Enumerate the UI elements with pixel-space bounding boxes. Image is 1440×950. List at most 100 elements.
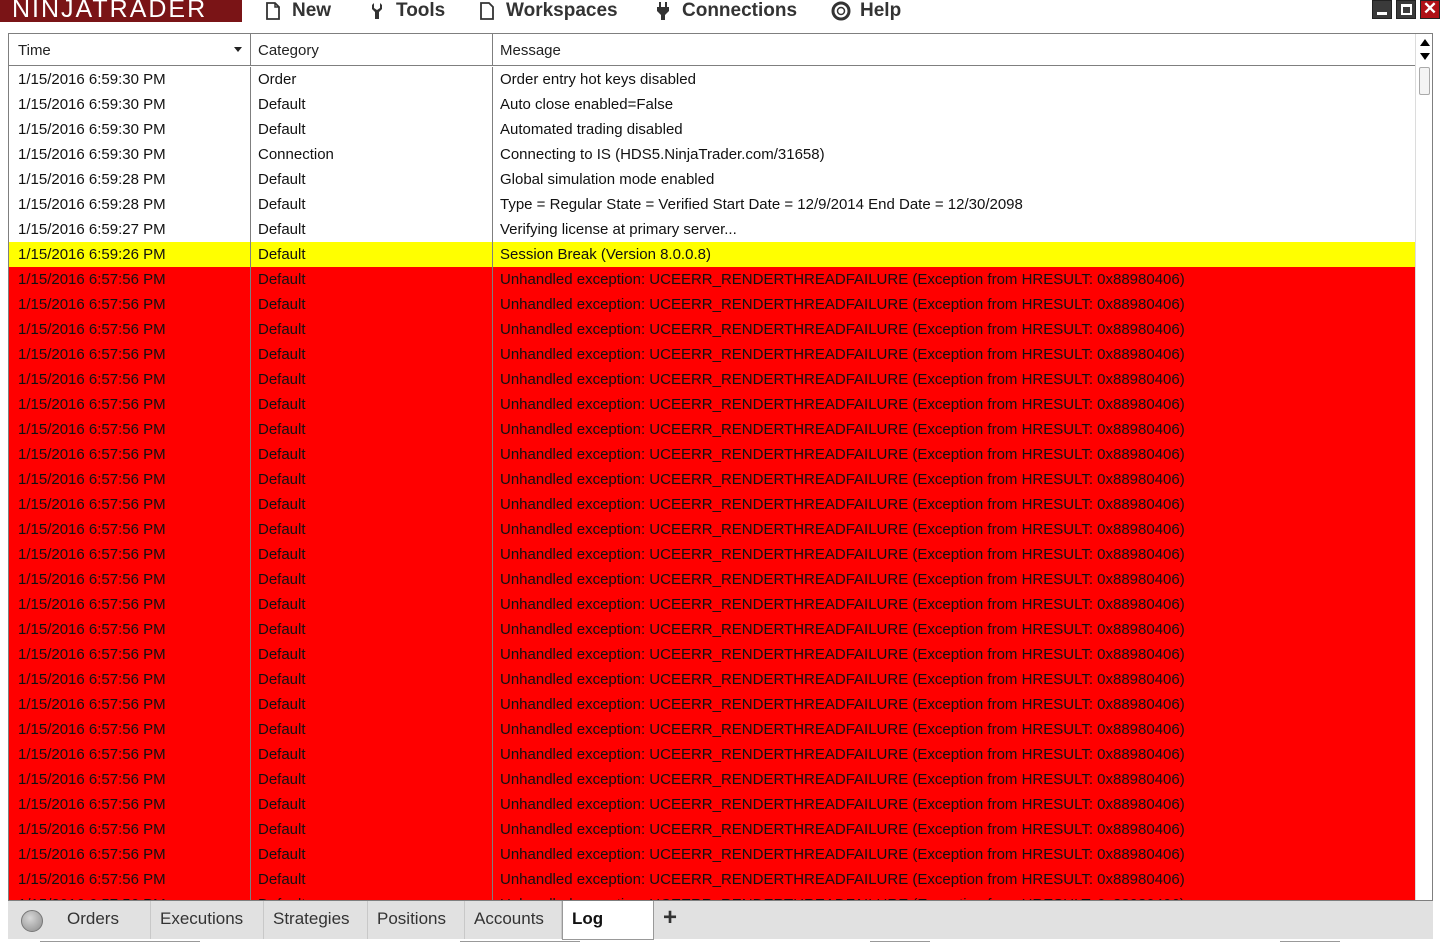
log-grid: Time Category Message 1/15/2016 6:59:30 … — [8, 33, 1433, 901]
log-row[interactable]: 1/15/2016 6:57:56 PMDefaultUnhandled exc… — [9, 667, 1416, 692]
log-row[interactable]: 1/15/2016 6:57:56 PMDefaultUnhandled exc… — [9, 392, 1416, 417]
column-header-category[interactable]: Category — [251, 34, 493, 65]
log-row[interactable]: 1/15/2016 6:59:30 PM Default Automated tra… — [9, 117, 1416, 142]
column-header-message-label: Message — [500, 42, 561, 59]
scroll-thumb[interactable] — [1419, 67, 1430, 95]
log-cell-time: 1/15/2016 6:57:56 PM — [9, 642, 251, 667]
log-row[interactable]: 1/15/2016 6:57:56 PMDefaultUnhandled exc… — [9, 642, 1416, 667]
log-cell-time: 1/15/2016 6:59:30 PM — [9, 67, 251, 92]
scroll-up-icon[interactable] — [1420, 39, 1430, 46]
menu-workspaces[interactable]: Workspaces — [476, 0, 618, 22]
log-row[interactable]: 1/15/2016 6:57:56 PMDefaultUnhandled exc… — [9, 742, 1416, 767]
log-row[interactable]: 1/15/2016 6:57:56 PMDefaultUnhandled exc… — [9, 567, 1416, 592]
close-button[interactable]: ✕ — [1420, 0, 1440, 19]
log-cell-category: Default — [251, 617, 493, 642]
log-cell-category: Default — [251, 642, 493, 667]
log-cell-message: Unhandled exception: UCEERR_RENDERTHREAD… — [500, 471, 1185, 488]
column-header-time[interactable]: Time — [9, 34, 251, 65]
log-cell-message: Unhandled exception: UCEERR_RENDERTHREAD… — [500, 821, 1185, 838]
new-document-icon — [262, 2, 284, 20]
log-row[interactable]: 1/15/2016 6:57:56 PMDefaultUnhandled exc… — [9, 892, 1416, 900]
vertical-scrollbar[interactable] — [1415, 34, 1432, 900]
tab-accounts[interactable]: Accounts — [465, 901, 562, 939]
log-cell-category: Default — [251, 467, 493, 492]
log-cell-time: 1/15/2016 6:57:56 PM — [9, 717, 251, 742]
log-cell-category: Default — [251, 717, 493, 742]
log-cell-time: 1/15/2016 6:57:56 PM — [9, 842, 251, 867]
tab-positions-label: Positions — [377, 909, 446, 928]
tab-executions[interactable]: Executions — [151, 901, 264, 939]
log-cell-message: Unhandled exception: UCEERR_RENDERTHREAD… — [500, 271, 1185, 288]
tab-orders-label: Orders — [67, 909, 119, 928]
add-tab-button[interactable]: + — [656, 901, 684, 939]
log-cell-message: Unhandled exception: UCEERR_RENDERTHREAD… — [500, 696, 1185, 713]
log-cell-message: Unhandled exception: UCEERR_RENDERTHREAD… — [500, 671, 1185, 688]
menu-help[interactable]: Help — [830, 0, 901, 22]
minimize-icon — [1377, 12, 1387, 15]
maximize-button[interactable] — [1396, 0, 1416, 19]
log-row[interactable]: 1/15/2016 6:57:56 PMDefaultUnhandled exc… — [9, 692, 1416, 717]
log-row[interactable]: 1/15/2016 6:57:56 PMDefaultUnhandled exc… — [9, 817, 1416, 842]
log-row[interactable]: 1/15/2016 6:57:56 PMDefaultUnhandled exc… — [9, 292, 1416, 317]
log-cell-category: Order — [251, 67, 493, 92]
log-cell-message: Unhandled exception: UCEERR_RENDERTHREAD… — [500, 596, 1185, 613]
log-cell-category: Default — [251, 792, 493, 817]
log-cell-category: Default — [251, 117, 493, 142]
scroll-down-icon[interactable] — [1420, 53, 1430, 60]
log-cell-category: Default — [251, 817, 493, 842]
tab-log[interactable]: Log — [562, 901, 654, 940]
log-row[interactable]: 1/15/2016 6:57:56 PMDefaultUnhandled exc… — [9, 467, 1416, 492]
log-row[interactable]: 1/15/2016 6:59:27 PM Default Verifying lic… — [9, 217, 1416, 242]
log-row[interactable]: 1/15/2016 6:57:56 PMDefaultUnhandled exc… — [9, 767, 1416, 792]
log-cell-message: Unhandled exception: UCEERR_RENDERTHREAD… — [500, 721, 1185, 738]
log-row[interactable]: 1/15/2016 6:57:56 PMDefaultUnhandled exc… — [9, 517, 1416, 542]
log-cell-category: Default — [251, 192, 493, 217]
log-cell-category: Default — [251, 167, 493, 192]
menu-tools-label: Tools — [396, 0, 446, 21]
log-row[interactable]: 1/15/2016 6:57:56 PMDefault Unhandled exc… — [9, 717, 1416, 742]
log-row[interactable]: 1/15/2016 6:57:56 PMDefaultUnhandled exc… — [9, 342, 1416, 367]
log-row[interactable]: 1/15/2016 6:59:26 PM Default Session Break… — [9, 242, 1416, 267]
log-row[interactable]: 1/15/2016 6:57:56 PMDefaultUnhandled exc… — [9, 542, 1416, 567]
log-row[interactable]: 1/15/2016 6:57:56 PMDefaultUnhandled exc… — [9, 592, 1416, 617]
log-cell-time: 1/15/2016 6:57:56 PM — [9, 692, 251, 717]
log-row[interactable]: 1/15/2016 6:57:56 PMDefaultUnhandled exc… — [9, 442, 1416, 467]
tab-strategies[interactable]: Strategies — [264, 901, 368, 939]
log-cell-category: Default — [251, 242, 493, 267]
tab-positions[interactable]: Positions — [368, 901, 465, 939]
log-row[interactable]: 1/15/2016 6:59:30 PM Default Auto close en… — [9, 92, 1416, 117]
log-row[interactable]: 1/15/2016 6:57:56 PMDefaultUnhandled exc… — [9, 492, 1416, 517]
log-row[interactable]: 1/15/2016 6:59:28 PM Default Type = Regula… — [9, 192, 1416, 217]
log-cell-message: Unhandled exception: UCEERR_RENDERTHREAD… — [500, 421, 1185, 438]
menu-connections[interactable]: Connections — [652, 0, 797, 22]
tab-bar: Orders Executions Strategies Positions A… — [0, 901, 1440, 950]
log-row[interactable]: 1/15/2016 6:57:56 PMDefaultUnhandled exc… — [9, 792, 1416, 817]
log-row[interactable]: 1/15/2016 6:57:56 PMDefaultUnhandled exc… — [9, 267, 1416, 292]
log-cell-category: Default — [251, 517, 493, 542]
log-cell-category: Default — [251, 367, 493, 392]
window-controls: ✕ — [1372, 0, 1440, 20]
log-row[interactable]: 1/15/2016 6:57:56 PMDefaultUnhandled exc… — [9, 417, 1416, 442]
log-row[interactable]: 1/15/2016 6:57:56 PMDefaultUnhandled exc… — [9, 617, 1416, 642]
menu-new[interactable]: New — [262, 0, 331, 22]
log-row[interactable]: 1/15/2016 6:57:56 PMDefaultUnhandled exc… — [9, 842, 1416, 867]
log-cell-category: Default — [251, 592, 493, 617]
log-row[interactable]: 1/15/2016 6:59:30 PM Order Order entry hot… — [9, 67, 1416, 92]
log-row[interactable]: 1/15/2016 6:57:56 PMDefaultUnhandled exc… — [9, 317, 1416, 342]
menu-tools[interactable]: Tools — [366, 0, 445, 22]
tab-accounts-label: Accounts — [474, 909, 544, 928]
log-row[interactable]: 1/15/2016 6:57:56 PMDefaultUnhandled exc… — [9, 867, 1416, 892]
log-cell-category: Default — [251, 417, 493, 442]
status-divider — [1280, 941, 1340, 950]
status-globe-icon[interactable] — [21, 910, 43, 932]
log-cell-time: 1/15/2016 6:57:56 PM — [9, 767, 251, 792]
sort-descending-icon — [234, 47, 242, 52]
log-row[interactable]: 1/15/2016 6:57:56 PMDefaultUnhandled exc… — [9, 367, 1416, 392]
column-header-message[interactable]: Message — [493, 34, 1416, 65]
log-cell-message: Unhandled exception: UCEERR_RENDERTHREAD… — [500, 296, 1185, 313]
log-row[interactable]: 1/15/2016 6:59:28 PM Default Global simula… — [9, 167, 1416, 192]
minimize-button[interactable] — [1372, 0, 1392, 19]
page-icon — [476, 2, 498, 20]
log-row[interactable]: 1/15/2016 6:59:30 PM Connection Connecting… — [9, 142, 1416, 167]
tab-orders[interactable]: Orders — [58, 901, 151, 939]
